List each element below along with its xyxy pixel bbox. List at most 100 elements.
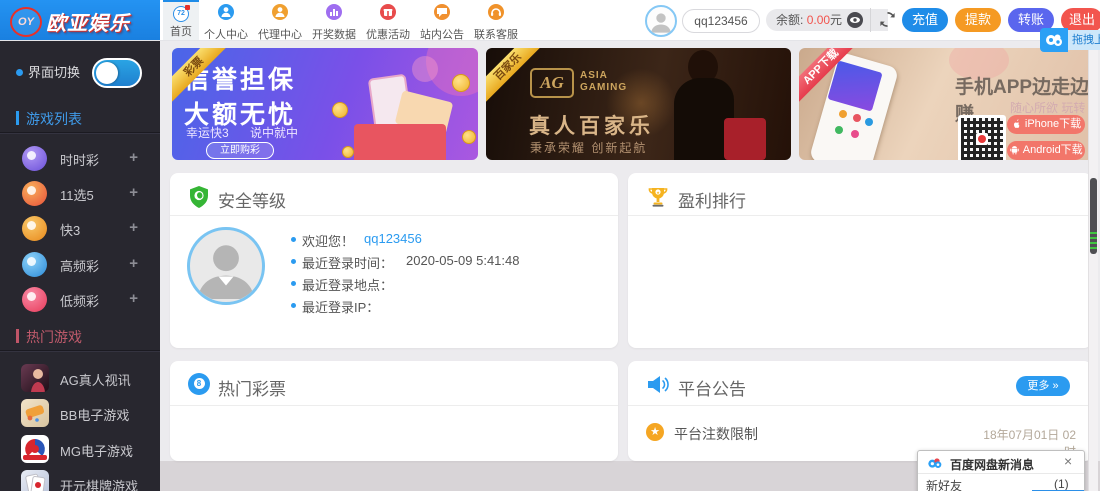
app-dot xyxy=(853,114,861,122)
iphone-download-button[interactable]: iPhone下载 xyxy=(1007,115,1085,134)
login-place-label: 最近登录地点： xyxy=(302,275,393,294)
ranking-card-title: 盈利排行 xyxy=(678,187,746,212)
banner-subtitle-2: 说中就中 xyxy=(250,124,298,141)
nav-item-draw-data[interactable]: 开奖数据 xyxy=(307,0,361,40)
banner-subtitle: 秉承荣耀 创新起航 xyxy=(530,139,647,156)
giftbox-decor xyxy=(354,124,446,160)
nav-item-home[interactable]: 72 首页 xyxy=(163,0,199,40)
sidebar-item-gaopincai[interactable]: 高频彩 + xyxy=(0,247,160,282)
divider xyxy=(0,350,160,352)
interface-switch-toggle[interactable] xyxy=(92,58,142,88)
refresh-icon[interactable] xyxy=(878,10,897,29)
logo-title: 欧亚娱乐 xyxy=(46,7,130,36)
app-dot xyxy=(835,126,843,134)
app-dot xyxy=(865,118,873,126)
banner-baccarat-promo[interactable]: 百家乐 AG ASIA GAMING 真人百家乐 秉承荣耀 创新起航 xyxy=(486,48,791,160)
nav-item-agent-center[interactable]: 代理中心 xyxy=(253,0,307,40)
user-avatar[interactable] xyxy=(645,5,677,37)
expand-plus-icon[interactable]: + xyxy=(129,149,138,166)
headset-icon xyxy=(488,4,504,20)
login-time-label: 最近登录时间： xyxy=(302,253,393,272)
sidebar-item-ag-live[interactable]: AG真人视讯 xyxy=(0,361,160,396)
logo-oy-icon: OY xyxy=(10,7,42,37)
sidebar-item-label: BB电子游戏 xyxy=(60,405,129,424)
popup-row-label[interactable]: 新好友 xyxy=(926,477,962,491)
sidebar-item-shishicai[interactable]: 时时彩 + xyxy=(0,141,160,176)
nav-label: 站内公告 xyxy=(415,26,469,42)
username-badge[interactable]: qq123456 xyxy=(682,9,760,33)
coin-decor xyxy=(342,146,354,158)
bullet-icon xyxy=(291,237,296,242)
popup-title: 百度网盘新消息 xyxy=(950,456,1034,473)
sidebar-item-label: AG真人视讯 xyxy=(60,370,131,389)
expand-plus-icon[interactable]: + xyxy=(129,184,138,201)
bullet-icon xyxy=(291,259,296,264)
sidebar-item-11xuan5[interactable]: 11选5 + xyxy=(0,176,160,211)
person-icon xyxy=(218,4,234,20)
more-button[interactable]: 更多 » xyxy=(1016,376,1070,396)
banner-illustration xyxy=(332,68,478,160)
login-time-value: 2020-05-09 5:41:48 xyxy=(406,253,519,268)
mg-games-icon xyxy=(21,435,49,463)
svg-text:★: ★ xyxy=(656,190,660,195)
banner-app-download[interactable]: APP下载 手机APP边走边赚 随心所欲 玩转指尖 iPhone下载 Andro… xyxy=(799,48,1093,160)
expand-plus-icon[interactable]: + xyxy=(129,219,138,236)
android-download-button[interactable]: Android下载 xyxy=(1007,141,1085,160)
gift-icon xyxy=(380,4,396,20)
nav-item-personal-center[interactable]: 个人中心 xyxy=(199,0,253,40)
announcements-card: 平台公告 更多 » ★ 平台注数限制 18年07月01日 02时 xyxy=(628,361,1092,461)
top-bar: OY 欧亚娱乐 72 首页 个人中心 代理中心 xyxy=(0,0,1100,41)
netdisk-logo-icon xyxy=(927,456,943,470)
sidebar-item-kaiyuan-chess[interactable]: 开元棋牌游戏 xyxy=(0,467,160,491)
divider xyxy=(0,132,160,134)
expand-plus-icon[interactable]: + xyxy=(129,255,138,272)
announcements-title: 平台公告 xyxy=(678,375,746,400)
lottery-ball-icon xyxy=(22,146,47,171)
banner-lottery-promo[interactable]: 彩票 信誉担保 大额无忧 幸运快3 说中就中 立即购彩 xyxy=(172,48,478,160)
banner-subtitle-1: 幸运快3 xyxy=(186,124,229,141)
eye-icon[interactable] xyxy=(846,11,864,29)
logo[interactable]: OY 欧亚娱乐 xyxy=(0,0,160,40)
close-icon[interactable]: × xyxy=(1064,453,1072,469)
hot-games-header: 热门游戏 xyxy=(26,327,82,347)
username-link[interactable]: qq123456 xyxy=(364,231,422,246)
buy-now-button[interactable]: 立即购彩 xyxy=(206,142,274,159)
sidebar-item-label: 快3 xyxy=(60,220,80,239)
qr-center xyxy=(976,133,988,145)
nav-label: 优惠活动 xyxy=(361,26,415,42)
scrollbar-track[interactable] xyxy=(1088,40,1098,491)
announcement-item-title[interactable]: 平台注数限制 xyxy=(674,424,758,444)
iphone-download-label: iPhone下载 xyxy=(1025,118,1081,130)
sidebar-item-mg-games[interactable]: MG电子游戏 xyxy=(0,432,160,467)
expand-plus-icon[interactable]: + xyxy=(129,290,138,307)
nav-item-promotions[interactable]: 优惠活动 xyxy=(361,0,415,40)
netdisk-drag-widget[interactable]: 拖拽上 xyxy=(1040,28,1100,52)
withdraw-button[interactable]: 提款 xyxy=(955,8,1001,32)
sidebar-item-dipincai[interactable]: 低频彩 + xyxy=(0,282,160,317)
shield-icon xyxy=(188,185,210,209)
app-dot xyxy=(851,130,859,138)
trophy-icon: ★ xyxy=(646,185,670,209)
balance-label: 余额: xyxy=(776,13,803,27)
coin-decor xyxy=(332,102,348,118)
scrollbar-thumb[interactable] xyxy=(1090,178,1097,254)
sidebar-item-label: 开元棋牌游戏 xyxy=(60,476,138,491)
netdisk-notification-popup: 百度网盘新消息 × 新好友 (1) xyxy=(917,450,1085,491)
lottery-ball-icon xyxy=(22,252,47,277)
netdisk-icon xyxy=(1040,28,1068,52)
game-list-header: 游戏列表 xyxy=(26,109,82,129)
banner-title: 真人百家乐 xyxy=(529,110,654,140)
nav-item-customer-service[interactable]: 联系客服 xyxy=(469,0,523,40)
ag-live-icon xyxy=(21,364,49,392)
dot-icon xyxy=(16,69,23,76)
sidebar-item-kuai3[interactable]: 快3 + xyxy=(0,211,160,246)
sidebar-item-bb-games[interactable]: BB电子游戏 xyxy=(0,396,160,431)
page: OY 欧亚娱乐 72 首页 个人中心 代理中心 xyxy=(0,0,1100,491)
nav-item-site-announcements[interactable]: 站内公告 xyxy=(415,0,469,40)
star-icon: ★ xyxy=(646,423,664,441)
recharge-button[interactable]: 充值 xyxy=(902,8,948,32)
ag-logo: AG xyxy=(530,68,574,98)
section-bar xyxy=(16,111,19,125)
sidebar: 界面切换 游戏列表 时时彩 + 11选5 + 快3 + 高频彩 + 低频彩 + xyxy=(0,40,160,491)
home-logo-icon: 72 xyxy=(173,6,189,22)
